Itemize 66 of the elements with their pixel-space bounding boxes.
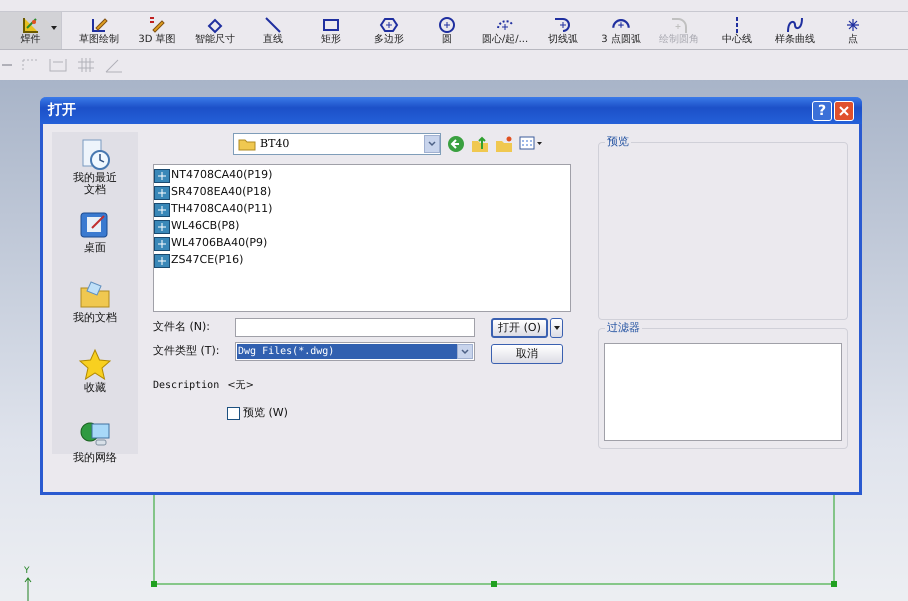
open-options-button[interactable]	[550, 318, 563, 338]
caret-icon	[51, 26, 57, 30]
places-item[interactable]: 我的最近文档	[71, 138, 119, 200]
toolbar-button[interactable]: 草图绘制	[70, 12, 128, 49]
circle-icon	[437, 16, 457, 34]
folder-dropdown[interactable]: BT40	[233, 133, 441, 155]
file-name-field[interactable]	[235, 318, 475, 337]
toolbar-button[interactable]: 切线弧	[534, 12, 592, 49]
folder-icon	[238, 137, 256, 151]
close-button[interactable]	[834, 100, 854, 120]
weldment-icon	[20, 16, 40, 34]
line-icon	[263, 16, 283, 34]
axis-label: Y	[24, 566, 30, 576]
file-item[interactable]: WL46CB(P8)	[154, 218, 570, 235]
close-icon	[839, 106, 849, 116]
back-icon[interactable]	[447, 135, 465, 153]
toolbar-button[interactable]: 智能尺寸	[186, 12, 244, 49]
caret-icon	[554, 326, 560, 330]
new-folder-icon[interactable]	[495, 135, 513, 153]
dimension-icon	[48, 56, 68, 74]
toolbar-button[interactable]: 焊件	[0, 12, 62, 49]
file-type-label: 文件类型 (T):	[153, 343, 221, 360]
toolbar-button[interactable]: 直线	[244, 12, 302, 49]
toolbar-button[interactable]: 矩形	[302, 12, 360, 49]
toolbar-button[interactable]: 圆	[418, 12, 476, 49]
file-type-dropdown[interactable]: Dwg Files(*.dwg)	[235, 342, 475, 361]
preview-checkbox[interactable]: 预览 (W)	[227, 405, 573, 422]
toolbar-button[interactable]: 3 点圆弧	[592, 12, 650, 49]
arc-icon	[553, 16, 573, 34]
toolbar-button[interactable]: 3D 草图	[128, 12, 186, 49]
toolbar-button[interactable]: 多边形	[360, 12, 418, 49]
cancel-button[interactable]: 取消	[491, 344, 563, 364]
places-item[interactable]: 收藏	[71, 348, 119, 410]
window-title: 打开	[48, 101, 77, 120]
folder-name: BT40	[260, 136, 290, 152]
file-item[interactable]: NT4708CA40(P19)	[154, 167, 570, 184]
file-item[interactable]: WL4706BA40(P9)	[154, 235, 570, 252]
file-item[interactable]: TH4708CA40(P11)	[154, 201, 570, 218]
file-item[interactable]: SR4708EA40(P18)	[154, 184, 570, 201]
toolbar-button[interactable]: 样条曲线	[766, 12, 824, 49]
checkbox[interactable]	[227, 406, 240, 420]
up-folder-icon[interactable]	[471, 135, 489, 153]
help-button[interactable]: ?	[812, 100, 832, 120]
line-tool-icon	[2, 64, 12, 66]
file-item[interactable]: ZS47CE(P16)	[154, 252, 570, 269]
pencil-icon	[89, 16, 109, 34]
polygon-icon	[379, 16, 399, 34]
star-icon	[78, 348, 112, 382]
description-label: Description	[153, 379, 220, 393]
places-item[interactable]: 桌面	[71, 208, 119, 270]
fillet-icon	[669, 16, 689, 34]
y-axis-arrow	[24, 577, 32, 601]
toolbar-button[interactable]: 圆心/起/...	[476, 12, 534, 49]
arc-icon	[611, 19, 631, 30]
description-value: <无>	[227, 379, 254, 393]
toolbar-button[interactable]: 点	[824, 12, 882, 49]
open-button[interactable]: 打开 (O)	[491, 318, 548, 338]
places-item[interactable]: 我的网络	[71, 418, 119, 480]
curve-icon	[785, 16, 805, 34]
toolbar-button[interactable]: 中心线	[708, 12, 766, 49]
view-menu-icon[interactable]	[519, 136, 543, 152]
centerline-icon	[736, 16, 738, 34]
places-item[interactable]: 我的文档	[71, 278, 119, 340]
grid-icon	[76, 56, 96, 74]
pencil-icon	[147, 16, 167, 34]
file-name-label: 文件名 (N):	[153, 319, 212, 336]
